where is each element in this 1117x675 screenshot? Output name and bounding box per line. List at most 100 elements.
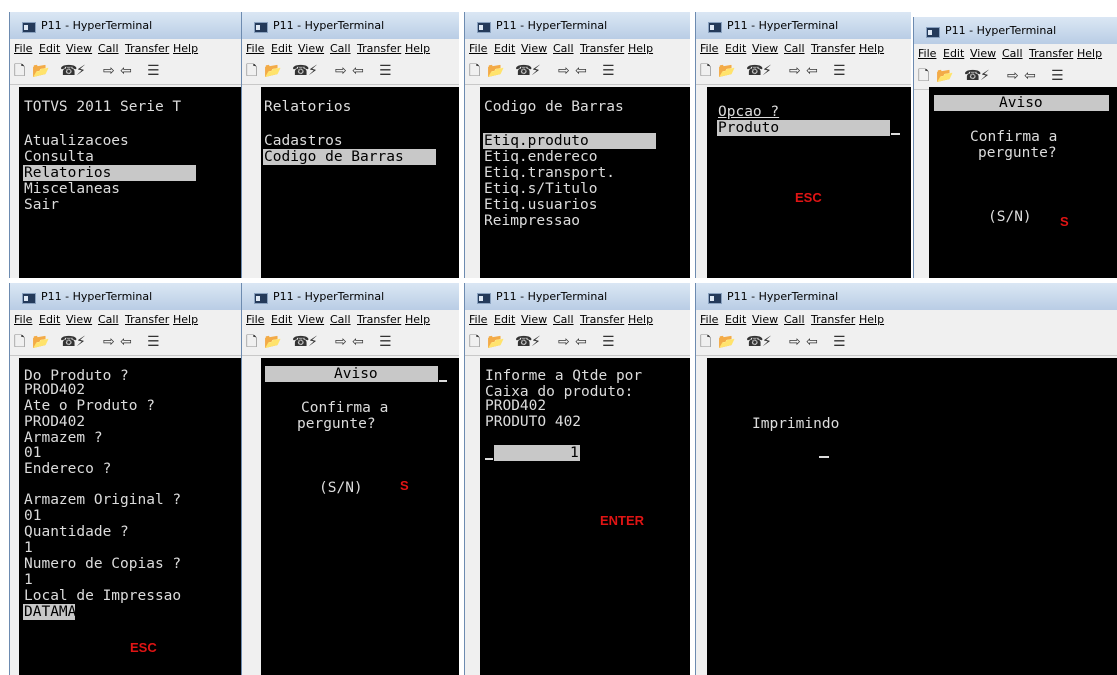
menu-transfer[interactable]: Transfer <box>811 313 855 326</box>
title-bar[interactable]: P11 - HyperTerminal <box>914 17 1117 44</box>
menu-call[interactable]: Call <box>784 42 805 55</box>
title-bar[interactable]: P11 - HyperTerminal <box>465 12 690 39</box>
menu-view[interactable]: View <box>66 313 92 326</box>
quantity-input[interactable] <box>494 445 580 461</box>
menu-help[interactable]: Help <box>405 313 430 326</box>
new-icon[interactable]: 🗋 <box>918 69 929 83</box>
menu-file[interactable]: File <box>14 313 32 326</box>
connect-icon[interactable]: ⚡ <box>531 64 541 78</box>
menu-transfer[interactable]: Transfer <box>580 313 624 326</box>
menu-edit[interactable]: Edit <box>725 313 746 326</box>
disconnect-icon[interactable]: ☎ <box>292 64 309 78</box>
menu-edit[interactable]: Edit <box>943 47 964 60</box>
open-icon[interactable]: 📂 <box>264 64 281 78</box>
send-icon[interactable]: ⇨ <box>558 64 570 78</box>
new-icon[interactable]: 🗋 <box>469 335 480 349</box>
send-icon[interactable]: ⇨ <box>558 335 570 349</box>
menu-help[interactable]: Help <box>859 313 884 326</box>
menu-transfer[interactable]: Transfer <box>811 42 855 55</box>
send-icon[interactable]: ⇨ <box>335 335 347 349</box>
connect-icon[interactable]: ⚡ <box>980 69 990 83</box>
send-icon[interactable]: ⇨ <box>789 335 801 349</box>
receive-icon[interactable]: ⇦ <box>352 64 364 78</box>
menu-view[interactable]: View <box>298 313 324 326</box>
menu-edit[interactable]: Edit <box>494 313 515 326</box>
terminal-screen[interactable]: TOTVS 2011 Serie T Atualizacoes Consulta… <box>19 87 241 278</box>
menu-view[interactable]: View <box>752 42 778 55</box>
terminal-screen[interactable]: Imprimindo <box>707 358 1117 675</box>
menu-call[interactable]: Call <box>553 42 574 55</box>
open-icon[interactable]: 📂 <box>487 335 504 349</box>
send-icon[interactable]: ⇨ <box>789 64 801 78</box>
receive-icon[interactable]: ⇦ <box>806 64 818 78</box>
menu-transfer[interactable]: Transfer <box>125 313 169 326</box>
new-icon[interactable]: 🗋 <box>14 64 25 78</box>
open-icon[interactable]: 📂 <box>936 69 953 83</box>
menu-view[interactable]: View <box>752 313 778 326</box>
menu-edit[interactable]: Edit <box>271 42 292 55</box>
new-icon[interactable]: 🗋 <box>700 335 711 349</box>
menu-help[interactable]: Help <box>1077 47 1102 60</box>
title-bar[interactable]: P11 - HyperTerminal <box>696 12 911 39</box>
connect-icon[interactable]: ⚡ <box>308 335 318 349</box>
menu-help[interactable]: Help <box>628 42 653 55</box>
disconnect-icon[interactable]: ☎ <box>515 64 532 78</box>
menu-edit[interactable]: Edit <box>271 313 292 326</box>
title-bar[interactable]: P11 - HyperTerminal <box>10 283 241 310</box>
menu-edit[interactable]: Edit <box>39 42 60 55</box>
title-bar[interactable]: P11 - HyperTerminal <box>242 283 459 310</box>
menu-view[interactable]: View <box>298 42 324 55</box>
send-icon[interactable]: ⇨ <box>335 64 347 78</box>
menu-view[interactable]: View <box>66 42 92 55</box>
open-icon[interactable]: 📂 <box>487 64 504 78</box>
menu-transfer[interactable]: Transfer <box>357 313 401 326</box>
properties-icon[interactable]: ☰ <box>379 64 392 78</box>
title-bar[interactable]: P11 - HyperTerminal <box>465 283 690 310</box>
menu-call[interactable]: Call <box>98 313 119 326</box>
receive-icon[interactable]: ⇦ <box>806 335 818 349</box>
menu-edit[interactable]: Edit <box>725 42 746 55</box>
menu-transfer[interactable]: Transfer <box>580 42 624 55</box>
menu-view[interactable]: View <box>970 47 996 60</box>
open-icon[interactable]: 📂 <box>32 64 49 78</box>
menu-file[interactable]: File <box>918 47 936 60</box>
title-bar[interactable]: P11 - HyperTerminal <box>696 283 1117 310</box>
connect-icon[interactable]: ⚡ <box>76 335 86 349</box>
receive-icon[interactable]: ⇦ <box>575 64 587 78</box>
properties-icon[interactable]: ☰ <box>833 64 846 78</box>
properties-icon[interactable]: ☰ <box>147 64 160 78</box>
connect-icon[interactable]: ⚡ <box>762 64 772 78</box>
new-icon[interactable]: 🗋 <box>246 335 257 349</box>
terminal-screen[interactable]: Informe a Qtde por Caixa do produto: PRO… <box>480 358 690 675</box>
menu-file[interactable]: File <box>246 42 264 55</box>
menu-help[interactable]: Help <box>173 42 198 55</box>
properties-icon[interactable]: ☰ <box>833 335 846 349</box>
send-icon[interactable]: ⇨ <box>103 64 115 78</box>
new-icon[interactable]: 🗋 <box>246 64 257 78</box>
disconnect-icon[interactable]: ☎ <box>292 335 309 349</box>
disconnect-icon[interactable]: ☎ <box>60 335 77 349</box>
menu-call[interactable]: Call <box>330 313 351 326</box>
terminal-screen[interactable]: Relatorios Cadastros Codigo de Barras <box>261 87 459 278</box>
menu-view[interactable]: View <box>521 42 547 55</box>
disconnect-icon[interactable]: ☎ <box>60 64 77 78</box>
menu-file[interactable]: File <box>14 42 32 55</box>
menu-help[interactable]: Help <box>405 42 430 55</box>
new-icon[interactable]: 🗋 <box>14 335 25 349</box>
terminal-screen[interactable]: Aviso Confirma a pergunte? (S/N) S <box>261 358 459 675</box>
receive-icon[interactable]: ⇦ <box>575 335 587 349</box>
menu-help[interactable]: Help <box>628 313 653 326</box>
send-icon[interactable]: ⇨ <box>1007 69 1019 83</box>
properties-icon[interactable]: ☰ <box>147 335 160 349</box>
menu-file[interactable]: File <box>700 42 718 55</box>
disconnect-icon[interactable]: ☎ <box>746 64 763 78</box>
properties-icon[interactable]: ☰ <box>602 335 615 349</box>
properties-icon[interactable]: ☰ <box>602 64 615 78</box>
new-icon[interactable]: 🗋 <box>700 64 711 78</box>
properties-icon[interactable]: ☰ <box>379 335 392 349</box>
disconnect-icon[interactable]: ☎ <box>515 335 532 349</box>
title-bar[interactable]: P11 - HyperTerminal <box>242 12 459 39</box>
connect-icon[interactable]: ⚡ <box>762 335 772 349</box>
properties-icon[interactable]: ☰ <box>1051 69 1064 83</box>
send-icon[interactable]: ⇨ <box>103 335 115 349</box>
